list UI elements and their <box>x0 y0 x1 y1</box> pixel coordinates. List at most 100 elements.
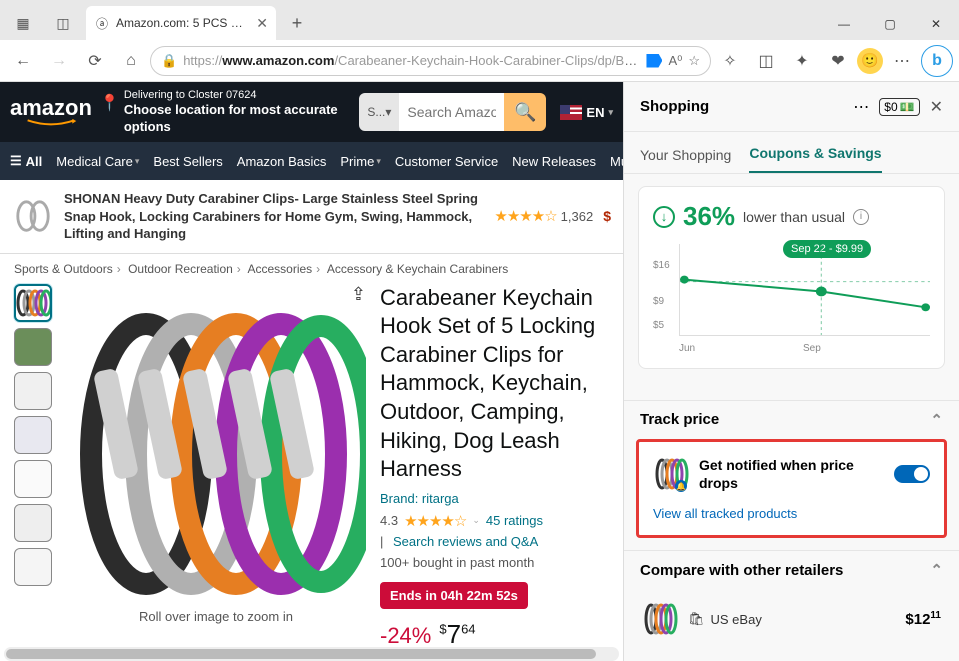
us-flag-icon <box>560 105 582 120</box>
reader-icon[interactable]: A⁰ <box>668 53 682 69</box>
tab-your-shopping[interactable]: Your Shopping <box>640 147 731 173</box>
nav-medical[interactable]: Medical Care▾ <box>56 154 139 169</box>
new-tab-button[interactable]: + <box>282 13 312 34</box>
nav-best-sellers[interactable]: Best Sellers <box>153 154 222 169</box>
bought-count: 100+ bought in past month <box>380 555 609 570</box>
search-bar: S... ▾ 🔍 <box>359 93 546 131</box>
deliver-line2: Choose location for most accurate option… <box>124 102 352 136</box>
deal-timer: Ends in 04h 22m 52s <box>380 582 528 609</box>
product-title: Carabeaner Keychain Hook Set of 5 Lockin… <box>380 284 609 484</box>
discount-percent: -24% <box>380 623 431 649</box>
deliver-to[interactable]: 📍 Delivering to Closter 07624 Choose loc… <box>100 88 351 136</box>
track-price-card: 🔔 Get notified when price drops View all… <box>636 439 947 538</box>
view-tracked-link[interactable]: View all tracked products <box>653 506 930 521</box>
crumb-4[interactable]: Accessory & Keychain Carabiners <box>327 262 508 276</box>
lock-icon: 🔒 <box>161 53 177 69</box>
crumb-3[interactable]: Accessories <box>247 262 312 276</box>
favorite-icon[interactable]: ☆ <box>688 53 700 69</box>
nav-basics[interactable]: Amazon Basics <box>237 154 327 169</box>
notify-toggle[interactable] <box>894 465 930 483</box>
percent-lower: 36% <box>683 201 735 232</box>
share-icon[interactable]: ⇪ <box>351 284 366 305</box>
nav-new[interactable]: New Releases <box>512 154 596 169</box>
amazon-nav: ☰All Medical Care▾ Best Sellers Amazon B… <box>0 142 623 180</box>
rewards-icon[interactable]: ❤ <box>821 44 855 78</box>
chevron-down-icon[interactable]: ⌄ <box>472 515 480 526</box>
bing-chat-icon[interactable]: b <box>921 45 953 77</box>
maximize-button[interactable]: ▢ <box>867 8 913 40</box>
search-button[interactable]: 🔍 <box>504 93 546 131</box>
thumbnail-2[interactable] <box>14 328 52 366</box>
tab-coupons-savings[interactable]: Coupons & Savings <box>749 145 881 173</box>
info-icon[interactable]: i <box>853 209 869 225</box>
price-chart[interactable]: Sep 22 - $9.99 $16 $9 $5 <box>653 244 930 354</box>
brand-link[interactable]: Brand: ritarga <box>380 491 459 506</box>
home-button[interactable]: ⌂ <box>114 44 148 78</box>
address-bar[interactable]: 🔒 https://www.amazon.com/Carabeaner-Keyc… <box>150 46 711 76</box>
browser-titlebar: ▦ ◫ ⓐ Amazon.com: 5 PCS Carabeaner ✕ + —… <box>0 0 959 40</box>
thumbnail-4[interactable] <box>14 416 52 454</box>
language-selector[interactable]: EN▾ <box>560 105 613 120</box>
nav-all[interactable]: ☰All <box>10 153 42 169</box>
product-thumb-icon: 🔔 <box>653 456 689 492</box>
workspaces-icon[interactable]: ◫ <box>46 6 80 40</box>
close-tab-icon[interactable]: ✕ <box>256 15 268 32</box>
track-price-header[interactable]: Track price⌃ <box>624 400 959 439</box>
sidepanel-tabs: Your Shopping Coupons & Savings <box>624 132 959 174</box>
compare-header[interactable]: Compare with other retailers⌃ <box>624 550 959 589</box>
forward-button[interactable]: → <box>42 44 76 78</box>
amazon-logo[interactable]: amazon <box>10 97 92 127</box>
deliver-line1: Delivering to Closter 07624 <box>124 88 352 102</box>
promo-price: $ <box>603 208 611 224</box>
breadcrumb: Sports & Outdoors› Outdoor Recreation› A… <box>0 254 623 284</box>
chevron-up-icon: ⌃ <box>930 411 943 429</box>
split-icon[interactable]: ◫ <box>749 44 783 78</box>
collections-icon[interactable]: ✦ <box>785 44 819 78</box>
url-text: https://www.amazon.com/Carabeaner-Keycha… <box>183 53 640 68</box>
close-panel-icon[interactable]: ✕ <box>930 97 943 117</box>
thumbnail-6[interactable] <box>14 504 52 542</box>
location-pin-icon: 📍 <box>100 94 120 136</box>
browser-tab[interactable]: ⓐ Amazon.com: 5 PCS Carabeaner ✕ <box>86 6 276 40</box>
profile-avatar[interactable]: 🙂 <box>857 48 883 74</box>
thumbnail-3[interactable] <box>14 372 52 410</box>
product-image[interactable] <box>66 309 366 599</box>
back-button[interactable]: ← <box>6 44 40 78</box>
compare-row[interactable]: 🛍US eBay $1211 <box>638 589 945 649</box>
promo-text: SHONAN Heavy Duty Carabiner Clips- Large… <box>64 190 484 243</box>
search-input[interactable] <box>399 93 504 131</box>
thumbnail-1[interactable] <box>14 284 52 322</box>
close-window-button[interactable]: ✕ <box>913 8 959 40</box>
more-icon[interactable]: ⋯ <box>885 44 919 78</box>
cashback-badge[interactable]: $0💵 <box>879 98 919 116</box>
hamburger-icon: ☰ <box>10 153 22 169</box>
crumb-1[interactable]: Sports & Outdoors <box>14 262 113 276</box>
thumbnail-5[interactable] <box>14 460 52 498</box>
shopping-tag-icon[interactable] <box>646 54 662 68</box>
more-icon[interactable]: ⋯ <box>853 97 869 117</box>
tab-title: Amazon.com: 5 PCS Carabeaner <box>116 16 250 30</box>
bag-icon: 🛍 <box>688 611 705 627</box>
rating-value: 4.3 <box>380 513 398 528</box>
tab-actions-icon[interactable]: ▦ <box>6 6 40 40</box>
promo-rating: ★★★★☆ 1,362 <box>494 207 593 225</box>
nav-cs[interactable]: Customer Service <box>395 154 498 169</box>
refresh-button[interactable]: ⟳ <box>78 44 112 78</box>
percent-label: lower than usual <box>743 209 845 225</box>
ratings-link[interactable]: 45 ratings <box>486 513 543 528</box>
cash-icon: 💵 <box>900 100 915 114</box>
main-image-area: ⇪ <box>66 284 366 661</box>
nav-music[interactable]: Music <box>610 154 623 169</box>
sponsored-banner[interactable]: SHONAN Heavy Duty Carabiner Clips- Large… <box>0 180 623 254</box>
horizontal-scrollbar[interactable] <box>4 647 619 661</box>
extensions-icon[interactable]: ✧ <box>713 44 747 78</box>
minimize-button[interactable]: — <box>821 8 867 40</box>
search-category[interactable]: S... ▾ <box>359 93 399 131</box>
product-area: ⇪ <box>0 284 623 661</box>
retailer-price: $1211 <box>905 610 941 628</box>
reviews-link[interactable]: Search reviews and Q&A <box>393 534 538 549</box>
stars-icon: ★★★★☆ <box>404 512 466 530</box>
thumbnail-7[interactable] <box>14 548 52 586</box>
nav-prime[interactable]: Prime▾ <box>340 154 380 169</box>
crumb-2[interactable]: Outdoor Recreation <box>128 262 233 276</box>
